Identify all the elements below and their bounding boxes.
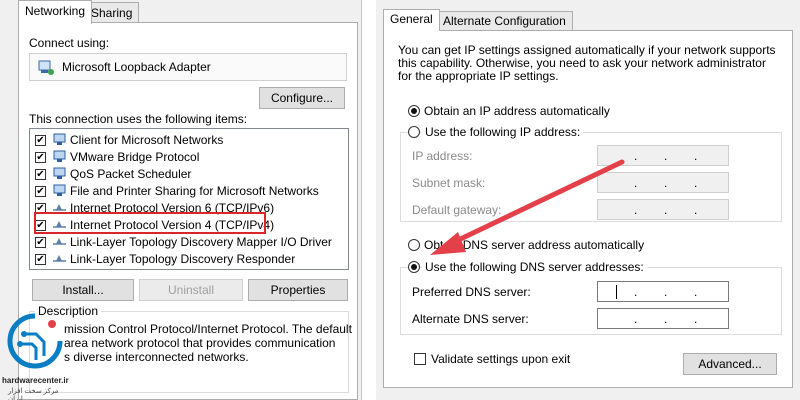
circuit-logo-icon bbox=[7, 313, 63, 369]
logo-brand: hardwarecenter.ir bbox=[2, 376, 69, 385]
red-arrow-annotation bbox=[430, 159, 625, 255]
logo-subtitle: مرکز سخت افزار ایران bbox=[8, 388, 59, 400]
tab-general[interactable]: General bbox=[383, 9, 440, 31]
hardwarecenter-logo: hardwarecenter.ir مرکز سخت افزار ایران bbox=[0, 300, 72, 400]
tab-networking[interactable]: Networking bbox=[18, 0, 93, 24]
